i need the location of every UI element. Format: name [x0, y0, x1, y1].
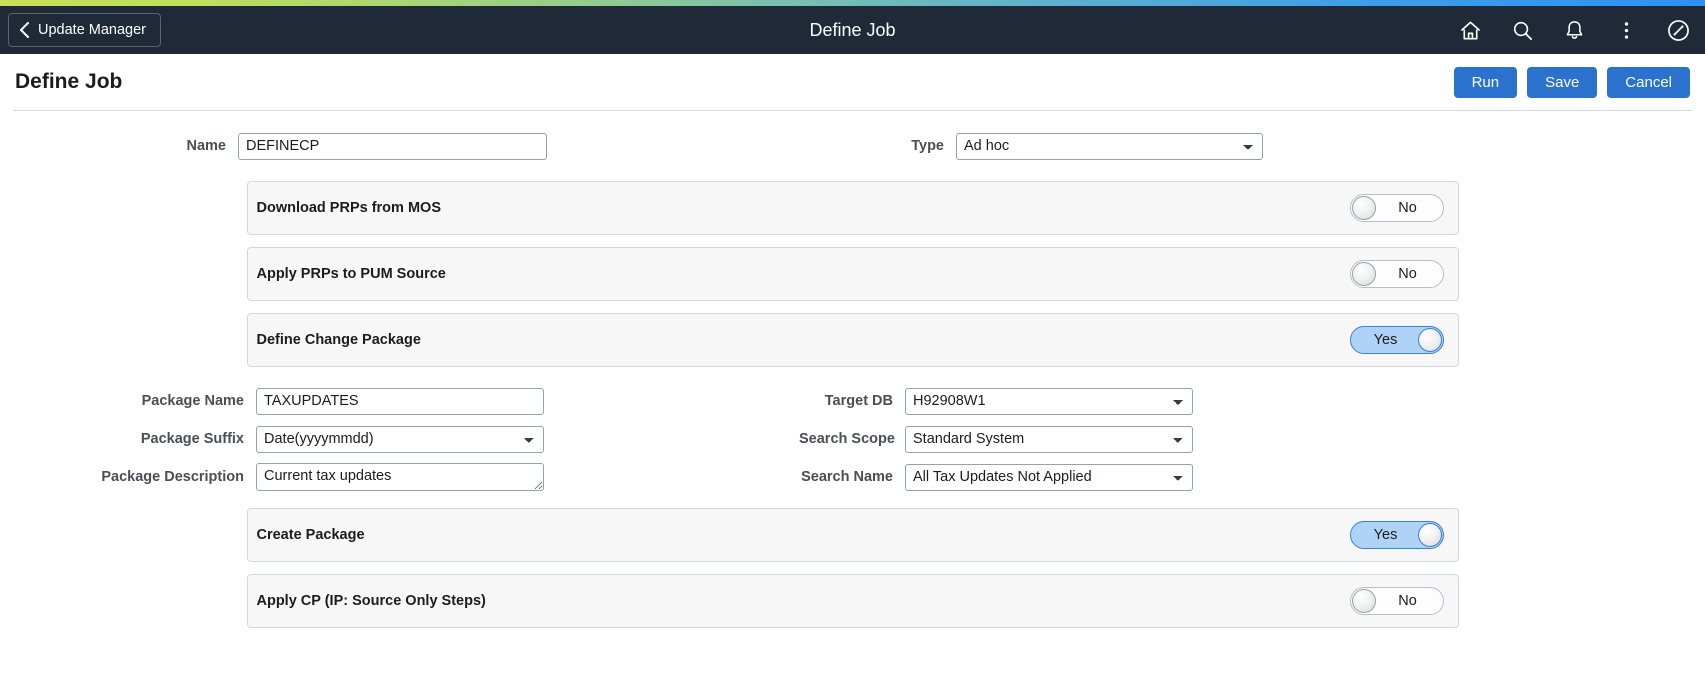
notification-bell-icon[interactable] [1561, 17, 1587, 43]
section-label: Define Change Package [256, 332, 421, 348]
run-button[interactable]: Run [1453, 66, 1518, 98]
toggle-apply-prps[interactable]: No [1349, 260, 1444, 288]
package-suffix-label: Package Suffix [140, 431, 244, 447]
target-db-label: Target DB [824, 393, 893, 409]
package-suffix-row: Package Suffix Date(yyyymmdd) Search Sco… [0, 420, 1705, 458]
header-title: Define Job [809, 19, 896, 40]
page-action-buttons: Run Save Cancel [1453, 66, 1690, 98]
package-description-textarea[interactable]: Current tax updates [256, 463, 544, 491]
toggle-knob [1351, 196, 1376, 220]
target-db-select[interactable]: H92908W1 [905, 387, 1193, 415]
section-download-prps: Download PRPs from MOS No [246, 181, 1459, 235]
search-name-select[interactable]: All Tax Updates Not Applied [905, 463, 1193, 491]
page-title-bar: Define Job Run Save Cancel [13, 54, 1692, 111]
package-suffix-field-group: Package Suffix Date(yyyymmdd) [80, 425, 544, 453]
chevron-left-icon [19, 22, 30, 38]
package-name-row: Package Name Target DB H92908W1 [0, 382, 1705, 420]
section-label: Download PRPs from MOS [256, 200, 442, 216]
toggle-download-prps[interactable]: No [1349, 194, 1444, 222]
toggle-knob [1351, 262, 1376, 286]
search-icon[interactable] [1509, 17, 1535, 43]
section-label: Apply CP (IP: Source Only Steps) [256, 593, 486, 609]
package-description-row: Package Description Current tax updates … [0, 458, 1705, 496]
back-button-label: Update Manager [38, 22, 147, 38]
package-name-input[interactable] [256, 387, 544, 415]
navbar-compass-icon[interactable] [1665, 17, 1691, 43]
search-name-field-group: Search Name All Tax Updates Not Applied [799, 463, 1193, 491]
section-apply-prps: Apply PRPs to PUM Source No [246, 247, 1459, 301]
toggle-knob [1351, 589, 1376, 613]
target-db-field-group: Target DB H92908W1 [799, 387, 1193, 415]
section-label: Create Package [256, 527, 365, 543]
search-scope-field-group: Search Scope Standard System [799, 425, 1193, 453]
toggle-create-package[interactable]: Yes [1349, 521, 1444, 549]
header-icon-group [1457, 17, 1691, 43]
package-suffix-select[interactable]: Date(yyyymmdd) [256, 425, 544, 453]
type-field-group: Type Ad hoc [896, 132, 1263, 160]
type-select[interactable]: Ad hoc [956, 132, 1263, 160]
name-type-row: Name Type Ad hoc [0, 125, 1705, 167]
section-create-package: Create Package Yes [246, 508, 1459, 562]
section-define-change-package: Define Change Package Yes [246, 313, 1459, 367]
package-fields-group: Package Name Target DB H92908W1 Package … [0, 373, 1705, 500]
section-label: Apply PRPs to PUM Source [256, 266, 446, 282]
toggle-apply-cp[interactable]: No [1349, 587, 1444, 615]
package-description-label: Package Description [101, 469, 244, 485]
back-to-update-manager-button[interactable]: Update Manager [8, 13, 162, 47]
package-name-label: Package Name [141, 393, 244, 409]
cancel-button[interactable]: Cancel [1607, 66, 1690, 98]
form-body: Name Type Ad hoc Download PRPs from MOS … [0, 111, 1705, 628]
kebab-menu-icon[interactable] [1613, 17, 1639, 43]
toggle-define-change-package[interactable]: Yes [1349, 326, 1444, 354]
page-title: Define Job [15, 70, 123, 93]
name-label: Name [186, 138, 227, 154]
section-apply-cp: Apply CP (IP: Source Only Steps) No [246, 574, 1459, 628]
package-name-field-group: Package Name [80, 387, 544, 415]
app-header: Update Manager Define Job [0, 6, 1705, 54]
search-scope-select[interactable]: Standard System [905, 425, 1193, 453]
type-label: Type [911, 138, 944, 154]
toggle-knob [1417, 328, 1442, 352]
toggle-knob [1417, 523, 1442, 547]
name-field-group: Name [152, 132, 547, 160]
save-button[interactable]: Save [1527, 66, 1598, 98]
search-scope-label: Search Scope [799, 431, 895, 447]
name-input[interactable] [238, 132, 547, 160]
home-icon[interactable] [1457, 17, 1483, 43]
search-name-label: Search Name [801, 469, 893, 485]
package-description-field-group: Package Description Current tax updates [80, 463, 544, 491]
